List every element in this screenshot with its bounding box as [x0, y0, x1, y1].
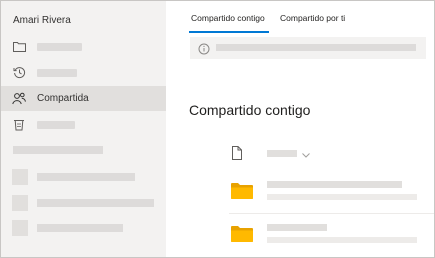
- tab-shared-by-you[interactable]: Compartido por ti: [280, 13, 345, 23]
- list-item[interactable]: [167, 174, 434, 212]
- shared-people-icon: [12, 91, 26, 105]
- tab-selected-indicator: [189, 31, 269, 33]
- folder-icon: [231, 182, 253, 200]
- info-banner: [190, 37, 426, 59]
- app-window: Amari Rivera Compartida Compartido conti…: [0, 0, 435, 258]
- history-icon: [12, 65, 26, 79]
- file-icon[interactable]: [231, 146, 243, 160]
- folder-icon: [231, 225, 253, 243]
- group-label-placeholder: [37, 173, 135, 181]
- sidebar-group-item[interactable]: [1, 218, 166, 238]
- sidebar-item-placeholder: [37, 121, 75, 129]
- sidebar-item-recycle-bin[interactable]: [1, 112, 166, 137]
- group-label-placeholder: [37, 224, 123, 232]
- folder-icon: [12, 39, 26, 53]
- list-header: [167, 141, 434, 165]
- column-header-name-placeholder[interactable]: [267, 150, 297, 157]
- user-name: Amari Rivera: [13, 15, 71, 26]
- chevron-down-icon[interactable]: [301, 147, 311, 158]
- sidebar-section-placeholder: [13, 146, 103, 154]
- recycle-bin-icon: [12, 117, 26, 131]
- sidebar: Amari Rivera Compartida: [1, 1, 166, 257]
- sidebar-item-placeholder: [37, 43, 82, 51]
- tab-shared-with-you[interactable]: Compartido contigo: [191, 13, 265, 23]
- group-avatar: [12, 169, 28, 185]
- sidebar-item-shared[interactable]: Compartida: [1, 86, 166, 111]
- item-name-placeholder: [267, 181, 402, 188]
- main-content: Compartido contigo Compartido por ti Com…: [167, 1, 434, 257]
- list-item[interactable]: [167, 217, 434, 255]
- info-icon: [198, 42, 210, 55]
- item-meta-placeholder: [267, 237, 417, 243]
- sidebar-item-label: Compartida: [37, 93, 89, 104]
- page-title: Compartido contigo: [189, 102, 311, 118]
- sidebar-item-recent[interactable]: [1, 60, 166, 85]
- sidebar-group-item[interactable]: [1, 167, 166, 187]
- item-meta-placeholder: [267, 194, 417, 200]
- sidebar-group-item[interactable]: [1, 193, 166, 213]
- group-avatar: [12, 195, 28, 211]
- sidebar-item-placeholder: [37, 69, 77, 77]
- banner-text-placeholder: [216, 44, 416, 51]
- tab-bar: Compartido contigo Compartido por ti: [167, 1, 434, 33]
- row-divider: [229, 213, 434, 214]
- group-avatar: [12, 220, 28, 236]
- group-label-placeholder: [37, 199, 154, 207]
- sidebar-item-files[interactable]: [1, 34, 166, 59]
- item-name-placeholder: [267, 224, 327, 231]
